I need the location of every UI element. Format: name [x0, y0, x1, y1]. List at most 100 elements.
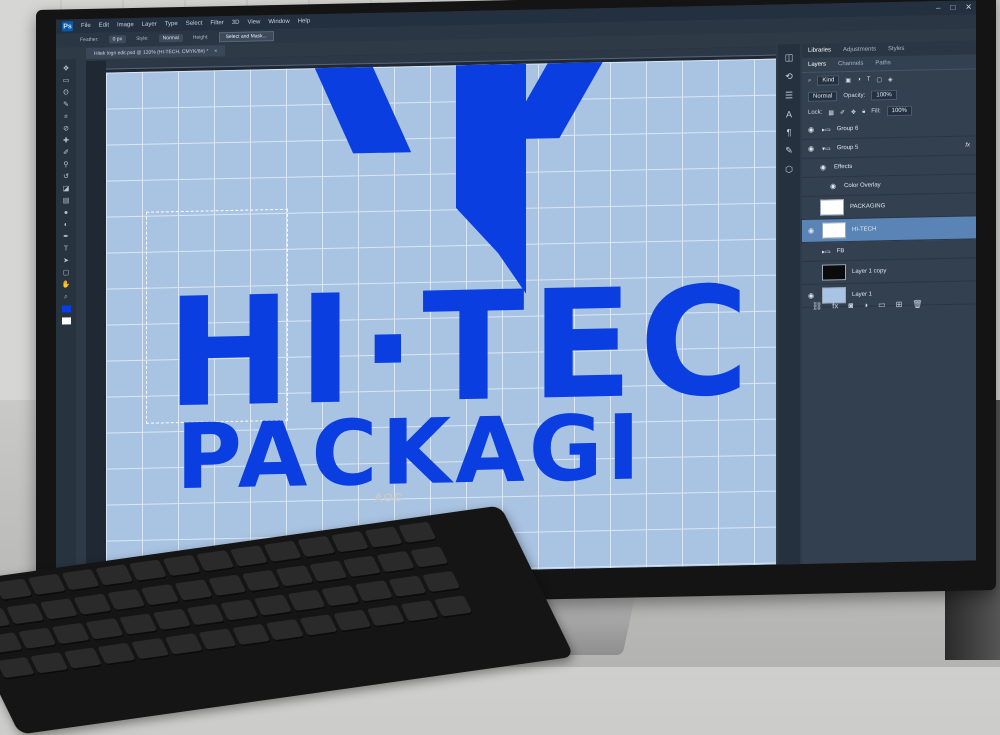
eyedropper-tool-icon[interactable]: ⊘: [62, 125, 71, 132]
menu-type[interactable]: Type: [165, 21, 178, 27]
opacity-label: Opacity:: [843, 93, 865, 99]
lock-pixels-icon[interactable]: ▦: [828, 109, 834, 116]
fx-badge[interactable]: fx: [965, 142, 970, 148]
tab-paths[interactable]: Paths: [875, 60, 890, 66]
minimize-icon[interactable]: –: [936, 3, 940, 12]
maximize-icon[interactable]: □: [950, 3, 955, 12]
foreground-color-swatch[interactable]: [62, 305, 71, 312]
character-icon[interactable]: A: [786, 109, 792, 119]
filter-type-icon[interactable]: T: [867, 77, 871, 83]
layer-thumbnail: [822, 222, 846, 239]
artboard[interactable]: HI·TEC PACKAGI: [106, 58, 776, 579]
stamp-tool-icon[interactable]: ⚲: [62, 161, 71, 168]
key: [0, 578, 33, 601]
zoom-tool-icon[interactable]: ⌕: [62, 293, 71, 300]
menu-select[interactable]: Select: [186, 21, 203, 27]
key: [266, 619, 305, 642]
tab-styles[interactable]: Styles: [888, 46, 904, 52]
menu-layer[interactable]: Layer: [142, 22, 157, 28]
panel-icon-strip: ◫ ⟲ ☰ A ¶ ✎ ⬡: [778, 44, 800, 572]
tab-layers[interactable]: Layers: [808, 62, 826, 68]
visibility-eye-icon[interactable]: ◉: [808, 126, 816, 134]
path-select-tool-icon[interactable]: ➤: [62, 257, 71, 264]
crop-tool-icon[interactable]: ⌗: [62, 113, 71, 120]
pen-tool-icon[interactable]: ✒: [62, 233, 71, 240]
close-icon[interactable]: ✕: [965, 2, 972, 11]
key: [95, 564, 134, 587]
add-mask-icon[interactable]: ◙: [848, 301, 853, 310]
visibility-eye-icon[interactable]: ◉: [830, 182, 838, 190]
layer-style-icon[interactable]: fx: [832, 301, 838, 310]
delete-layer-icon[interactable]: 🗑︎: [912, 299, 922, 308]
brush-tool-icon[interactable]: ✐: [62, 149, 71, 156]
visibility-eye-icon[interactable]: ◉: [808, 292, 816, 300]
opacity-input[interactable]: 100%: [871, 90, 896, 101]
photoshop-icon[interactable]: Ps: [62, 21, 73, 31]
visibility-eye-icon[interactable]: ◉: [808, 145, 816, 153]
key: [6, 603, 45, 626]
quick-select-tool-icon[interactable]: ✎: [62, 101, 71, 108]
background-color-swatch[interactable]: [62, 317, 71, 324]
shape-tool-icon[interactable]: ▢: [62, 269, 71, 276]
feather-input[interactable]: 0 px: [109, 35, 126, 43]
lasso-tool-icon[interactable]: ʘ: [62, 89, 71, 96]
eraser-tool-icon[interactable]: ◪: [62, 185, 71, 192]
history-icon[interactable]: ⟲: [785, 71, 793, 82]
key: [388, 576, 427, 599]
key: [242, 570, 281, 593]
key: [52, 623, 91, 646]
3d-icon[interactable]: ⬡: [785, 164, 793, 175]
hand-tool-icon[interactable]: ✋: [62, 281, 71, 288]
tab-adjustments[interactable]: Adjustments: [843, 46, 876, 53]
kind-filter-select[interactable]: Kind: [817, 75, 839, 85]
fill-input[interactable]: 100%: [887, 106, 912, 117]
lock-position-icon[interactable]: ✥: [851, 108, 856, 115]
adjustment-layer-icon[interactable]: ◑: [863, 301, 868, 310]
visibility-eye-icon[interactable]: ◉: [820, 163, 828, 171]
lock-all-icon[interactable]: 🔒︎: [862, 108, 865, 115]
move-tool-icon[interactable]: ✥: [62, 65, 71, 72]
menu-3d[interactable]: 3D: [232, 20, 240, 26]
filter-adjustment-icon[interactable]: ◑: [857, 77, 861, 83]
visibility-eye-icon[interactable]: ◉: [808, 227, 816, 235]
tab-libraries[interactable]: Libraries: [808, 47, 831, 53]
link-layers-icon[interactable]: ⛓: [812, 302, 822, 311]
filter-smart-icon[interactable]: ◈: [888, 76, 893, 83]
key: [30, 652, 69, 675]
blur-tool-icon[interactable]: ●: [62, 209, 71, 216]
canvas-area[interactable]: HI·TEC PACKAGI: [86, 47, 776, 579]
properties-icon[interactable]: ☰: [785, 90, 793, 101]
menu-filter[interactable]: Filter: [210, 20, 223, 26]
key: [355, 580, 394, 603]
new-group-icon[interactable]: ▭: [878, 300, 886, 309]
type-tool-icon[interactable]: T: [62, 245, 71, 252]
filter-shape-icon[interactable]: ▢: [876, 76, 882, 83]
menu-image[interactable]: Image: [117, 22, 134, 28]
menu-window[interactable]: Window: [268, 19, 289, 25]
key: [40, 598, 79, 621]
select-and-mask-button[interactable]: Select and Mask...: [219, 31, 274, 42]
brushes-icon[interactable]: ✎: [785, 145, 793, 156]
menu-file[interactable]: File: [81, 23, 91, 29]
document-tab[interactable]: Hitek logo edit.psd @ 120% (HI-TECH, CMY…: [86, 45, 225, 59]
style-select[interactable]: Normal: [159, 34, 183, 43]
marquee-tool-icon[interactable]: ▭: [62, 77, 71, 84]
new-layer-icon[interactable]: ⊞: [896, 300, 903, 309]
lock-paint-icon[interactable]: ✐: [840, 109, 845, 116]
dodge-tool-icon[interactable]: ◐: [62, 221, 71, 228]
style-label: Style:: [136, 36, 149, 42]
tab-channels[interactable]: Channels: [838, 61, 863, 68]
window-controls: – □ ✕: [936, 2, 972, 12]
filter-pixel-icon[interactable]: ▣: [845, 76, 851, 83]
menu-edit[interactable]: Edit: [99, 23, 109, 29]
blend-mode-select[interactable]: Normal: [808, 91, 837, 102]
menu-help[interactable]: Help: [298, 18, 310, 24]
paragraph-icon[interactable]: ¶: [787, 127, 792, 137]
gradient-tool-icon[interactable]: ▤: [62, 197, 71, 204]
close-tab-icon[interactable]: ×: [214, 48, 217, 54]
libraries-icon[interactable]: ◫: [785, 52, 794, 63]
healing-tool-icon[interactable]: ✚: [62, 137, 71, 144]
history-brush-icon[interactable]: ↺: [62, 173, 71, 180]
layer-name: PACKAGING: [850, 203, 885, 210]
menu-view[interactable]: View: [247, 19, 260, 25]
